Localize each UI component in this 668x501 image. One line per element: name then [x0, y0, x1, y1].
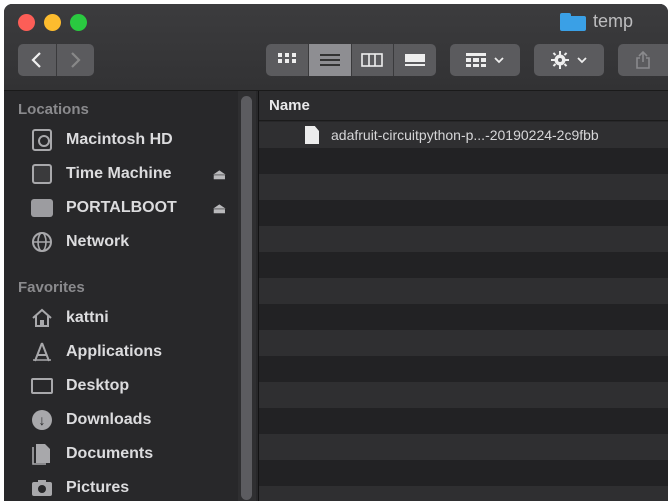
- time-machine-icon: [32, 164, 52, 184]
- eject-icon[interactable]: ⏏: [213, 200, 226, 217]
- chevron-right-icon: [71, 52, 81, 68]
- empty-row: [259, 356, 668, 382]
- sidebar-item-label: PORTALBOOT: [66, 199, 177, 216]
- empty-row: [259, 434, 668, 460]
- group-icon: [466, 53, 486, 67]
- icon-view-button[interactable]: [266, 44, 308, 76]
- list-view-button[interactable]: [307, 44, 351, 76]
- pictures-icon: [30, 476, 54, 500]
- file-list: Name adafruit-circuitpython-p...-2019022…: [259, 91, 668, 501]
- sidebar-item-pictures[interactable]: Pictures: [30, 473, 234, 501]
- sidebar-item-network[interactable]: Network: [30, 227, 234, 257]
- downloads-icon: ↓: [32, 410, 52, 430]
- minimize-button[interactable]: [44, 14, 61, 31]
- close-button[interactable]: [18, 14, 35, 31]
- sidebar-item-applications[interactable]: Applications: [30, 337, 234, 367]
- sidebar-item-label: Macintosh HD: [66, 131, 173, 148]
- sidebar-item-desktop[interactable]: Desktop: [30, 371, 234, 401]
- sidebar-item-kattni[interactable]: kattni: [30, 303, 234, 333]
- action-menu-button[interactable]: [534, 44, 604, 76]
- finder-window: temp Locations Macintosh HD Time Machine…: [4, 4, 668, 501]
- name-column-header[interactable]: Name: [259, 91, 668, 121]
- empty-row: [259, 252, 668, 278]
- sidebar-item-label: Desktop: [66, 377, 130, 394]
- back-button[interactable]: [18, 44, 56, 76]
- sidebar-item-label: kattni: [66, 309, 109, 326]
- column-view-button[interactable]: [350, 44, 394, 76]
- documents-icon: [30, 442, 54, 466]
- favorites-header: Favorites: [18, 279, 85, 296]
- chevron-down-icon: [494, 57, 504, 64]
- sidebar-item-macintosh-hd[interactable]: Macintosh HD: [30, 125, 234, 155]
- empty-row: [259, 382, 668, 408]
- forward-button[interactable]: [55, 44, 95, 76]
- empty-row: [259, 148, 668, 174]
- zoom-button[interactable]: [70, 14, 87, 31]
- empty-row: [259, 460, 668, 486]
- empty-row: [259, 226, 668, 252]
- navigation-buttons: [18, 44, 94, 76]
- column-view-icon: [361, 53, 384, 67]
- file-rows: adafruit-circuitpython-p...-20190224-2c9…: [259, 122, 668, 501]
- empty-row: [259, 304, 668, 330]
- home-icon: [30, 306, 54, 330]
- gear-icon: [551, 51, 569, 69]
- sidebar-item-label: Downloads: [66, 411, 152, 428]
- file-name: adafruit-circuitpython-p...-20190224-2c9…: [331, 127, 599, 143]
- sidebar-item-documents[interactable]: Documents: [30, 439, 234, 469]
- chevron-down-icon: [577, 57, 587, 64]
- desktop-icon: [31, 378, 53, 394]
- chevron-left-icon: [31, 52, 41, 68]
- window-title: temp: [560, 11, 633, 32]
- eject-icon[interactable]: ⏏: [213, 166, 226, 183]
- gallery-view-button[interactable]: [393, 44, 436, 76]
- sidebar-item-time-machine[interactable]: Time Machine ⏏: [30, 159, 234, 189]
- applications-icon: [30, 340, 54, 364]
- sidebar-item-label: Applications: [66, 343, 163, 360]
- share-button[interactable]: [618, 44, 668, 76]
- sidebar-item-label: Network: [66, 233, 130, 250]
- locations-header: Locations: [18, 101, 89, 118]
- sidebar-item-portalboot[interactable]: PORTALBOOT ⏏: [30, 193, 234, 223]
- document-file-icon: [305, 126, 319, 144]
- list-view-icon: [319, 54, 340, 66]
- hard-drive-icon: [32, 129, 52, 151]
- sidebar-scrollbar-thumb[interactable]: [241, 96, 252, 500]
- empty-row: [259, 200, 668, 226]
- gallery-view-icon: [405, 54, 426, 66]
- file-row[interactable]: adafruit-circuitpython-p...-20190224-2c9…: [259, 122, 668, 148]
- empty-row: [259, 278, 668, 304]
- folder-icon: [560, 12, 586, 31]
- sidebar-item-label: Time Machine: [66, 165, 172, 182]
- sidebar-item-label: Pictures: [66, 479, 130, 496]
- share-icon: [636, 51, 650, 69]
- icon-view-icon: [277, 53, 296, 63]
- external-drive-icon: [31, 199, 53, 217]
- empty-row: [259, 330, 668, 356]
- empty-row: [259, 408, 668, 434]
- window-title-text: temp: [593, 11, 634, 31]
- toolbar: temp: [4, 4, 668, 91]
- empty-row: [259, 174, 668, 200]
- network-icon: [30, 230, 54, 254]
- sidebar-item-downloads[interactable]: ↓ Downloads: [30, 405, 234, 435]
- group-by-button[interactable]: [450, 44, 520, 76]
- view-mode-selector: [266, 44, 436, 76]
- sidebar-item-label: Documents: [66, 445, 154, 462]
- empty-row: [259, 486, 668, 501]
- column-header-label: Name: [269, 97, 310, 114]
